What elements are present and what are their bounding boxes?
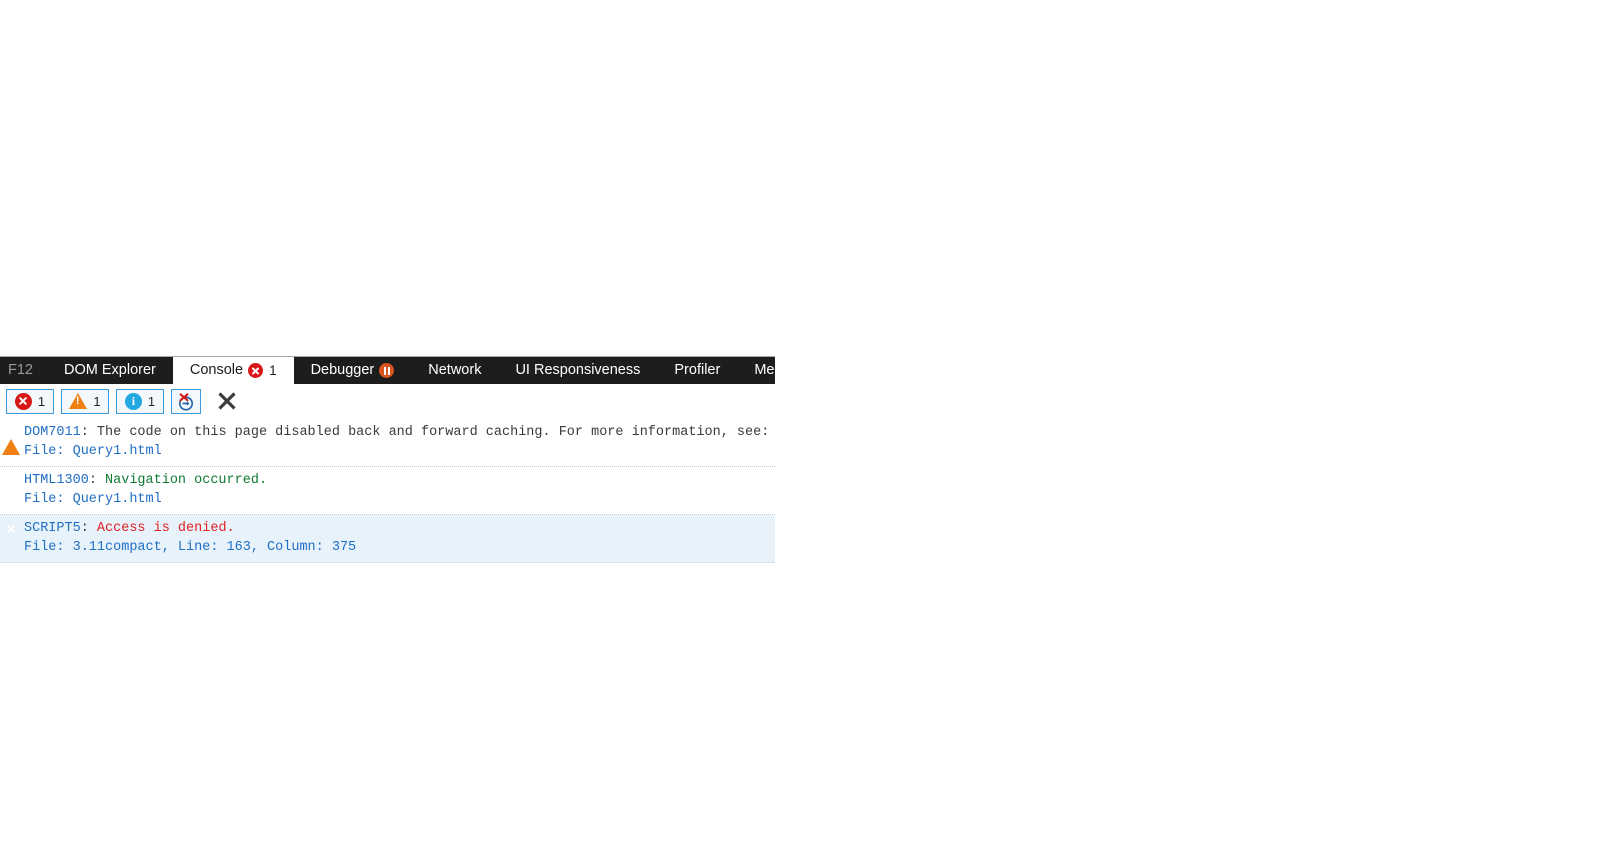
message-line: DOM7011: The code on this page disabled … [0, 423, 775, 442]
tab-console[interactable]: Console 1 [172, 357, 294, 384]
console-message-list[interactable]: DOM7011: The code on this page disabled … [0, 419, 775, 565]
clear-console-button[interactable] [212, 388, 242, 414]
error-count: 1 [37, 393, 46, 409]
tab-memory-label: Memory [754, 362, 775, 379]
warning-count: 1 [93, 393, 101, 409]
message-file-reference: File: Query1.html [24, 492, 162, 507]
tab-debugger[interactable]: Debugger [294, 357, 412, 384]
message-fileref-line[interactable]: File: Query1.html [0, 490, 775, 509]
warning-triangle-icon [2, 424, 20, 455]
message-file-reference: File: 3.11compact, Line: 163, Column: 37… [24, 540, 357, 555]
console-message-row[interactable]: DOM7011: The code on this page disabled … [0, 419, 775, 467]
tab-profiler-label: Profiler [674, 362, 721, 379]
clear-console-x-icon [218, 392, 236, 410]
tab-console-error-count: 1 [269, 362, 277, 378]
error-circle-icon [14, 392, 32, 410]
message-severity-icon-wrap [2, 520, 20, 538]
devtools-panel: F12 DOM Explorer Console 1 Debugger Netw… [0, 340, 775, 565]
message-text: Access is denied. [96, 521, 235, 536]
message-fileref-line[interactable]: File: Query1.html [0, 442, 775, 461]
message-severity-icon-wrap [2, 472, 20, 490]
filter-info-button[interactable]: 1 [116, 388, 164, 414]
clear-on-navigate-button[interactable] [171, 388, 201, 414]
message-code: HTML1300 [24, 473, 89, 488]
console-toolbar: 1 1 1 [0, 384, 775, 418]
clear-on-navigate-icon [179, 392, 193, 410]
tab-ui-responsiveness-label: UI Responsiveness [515, 362, 641, 379]
message-file-reference: File: Query1.html [24, 444, 162, 459]
filter-errors-button[interactable]: 1 [6, 388, 54, 414]
console-message-row[interactable]: HTML1300: Navigation occurred. File: Que… [0, 467, 775, 515]
tab-dom-explorer-label: DOM Explorer [64, 362, 156, 379]
tab-memory[interactable]: Memory [737, 357, 775, 384]
tab-network[interactable]: Network [411, 357, 498, 384]
tab-dom-explorer[interactable]: DOM Explorer [47, 357, 173, 384]
tab-debugger-label: Debugger [310, 362, 375, 379]
tab-console-label: Console [189, 362, 244, 379]
info-count: 1 [147, 393, 156, 409]
tab-network-label: Network [428, 362, 482, 379]
message-separator: : [88, 473, 106, 488]
info-circle-icon [124, 392, 142, 410]
message-separator: : [80, 425, 97, 440]
message-line: HTML1300: Navigation occurred. [0, 471, 775, 490]
message-separator: : [80, 521, 97, 536]
console-message-row[interactable]: SCRIPT5: Access is denied. File: 3.11com… [0, 515, 775, 563]
message-line: SCRIPT5: Access is denied. [0, 519, 775, 538]
message-text: Navigation occurred. [105, 473, 268, 488]
message-code: DOM7011 [24, 425, 81, 440]
message-text: The code on this page disabled back and … [96, 425, 770, 440]
tab-ui-responsiveness[interactable]: UI Responsiveness [498, 357, 657, 384]
warning-triangle-icon [69, 393, 88, 409]
f12-label-text: F12 [8, 362, 33, 379]
tab-profiler[interactable]: Profiler [657, 357, 737, 384]
message-severity-icon-wrap [2, 424, 20, 455]
message-fileref-line[interactable]: File: 3.11compact, Line: 163, Column: 37… [0, 538, 775, 557]
error-badge-icon [248, 363, 264, 378]
devtools-tabstrip: F12 DOM Explorer Console 1 Debugger Netw… [0, 357, 775, 384]
message-code: SCRIPT5 [24, 521, 81, 536]
f12-label: F12 [0, 357, 47, 384]
pause-badge-icon [379, 363, 395, 378]
filter-warnings-button[interactable]: 1 [61, 388, 109, 414]
